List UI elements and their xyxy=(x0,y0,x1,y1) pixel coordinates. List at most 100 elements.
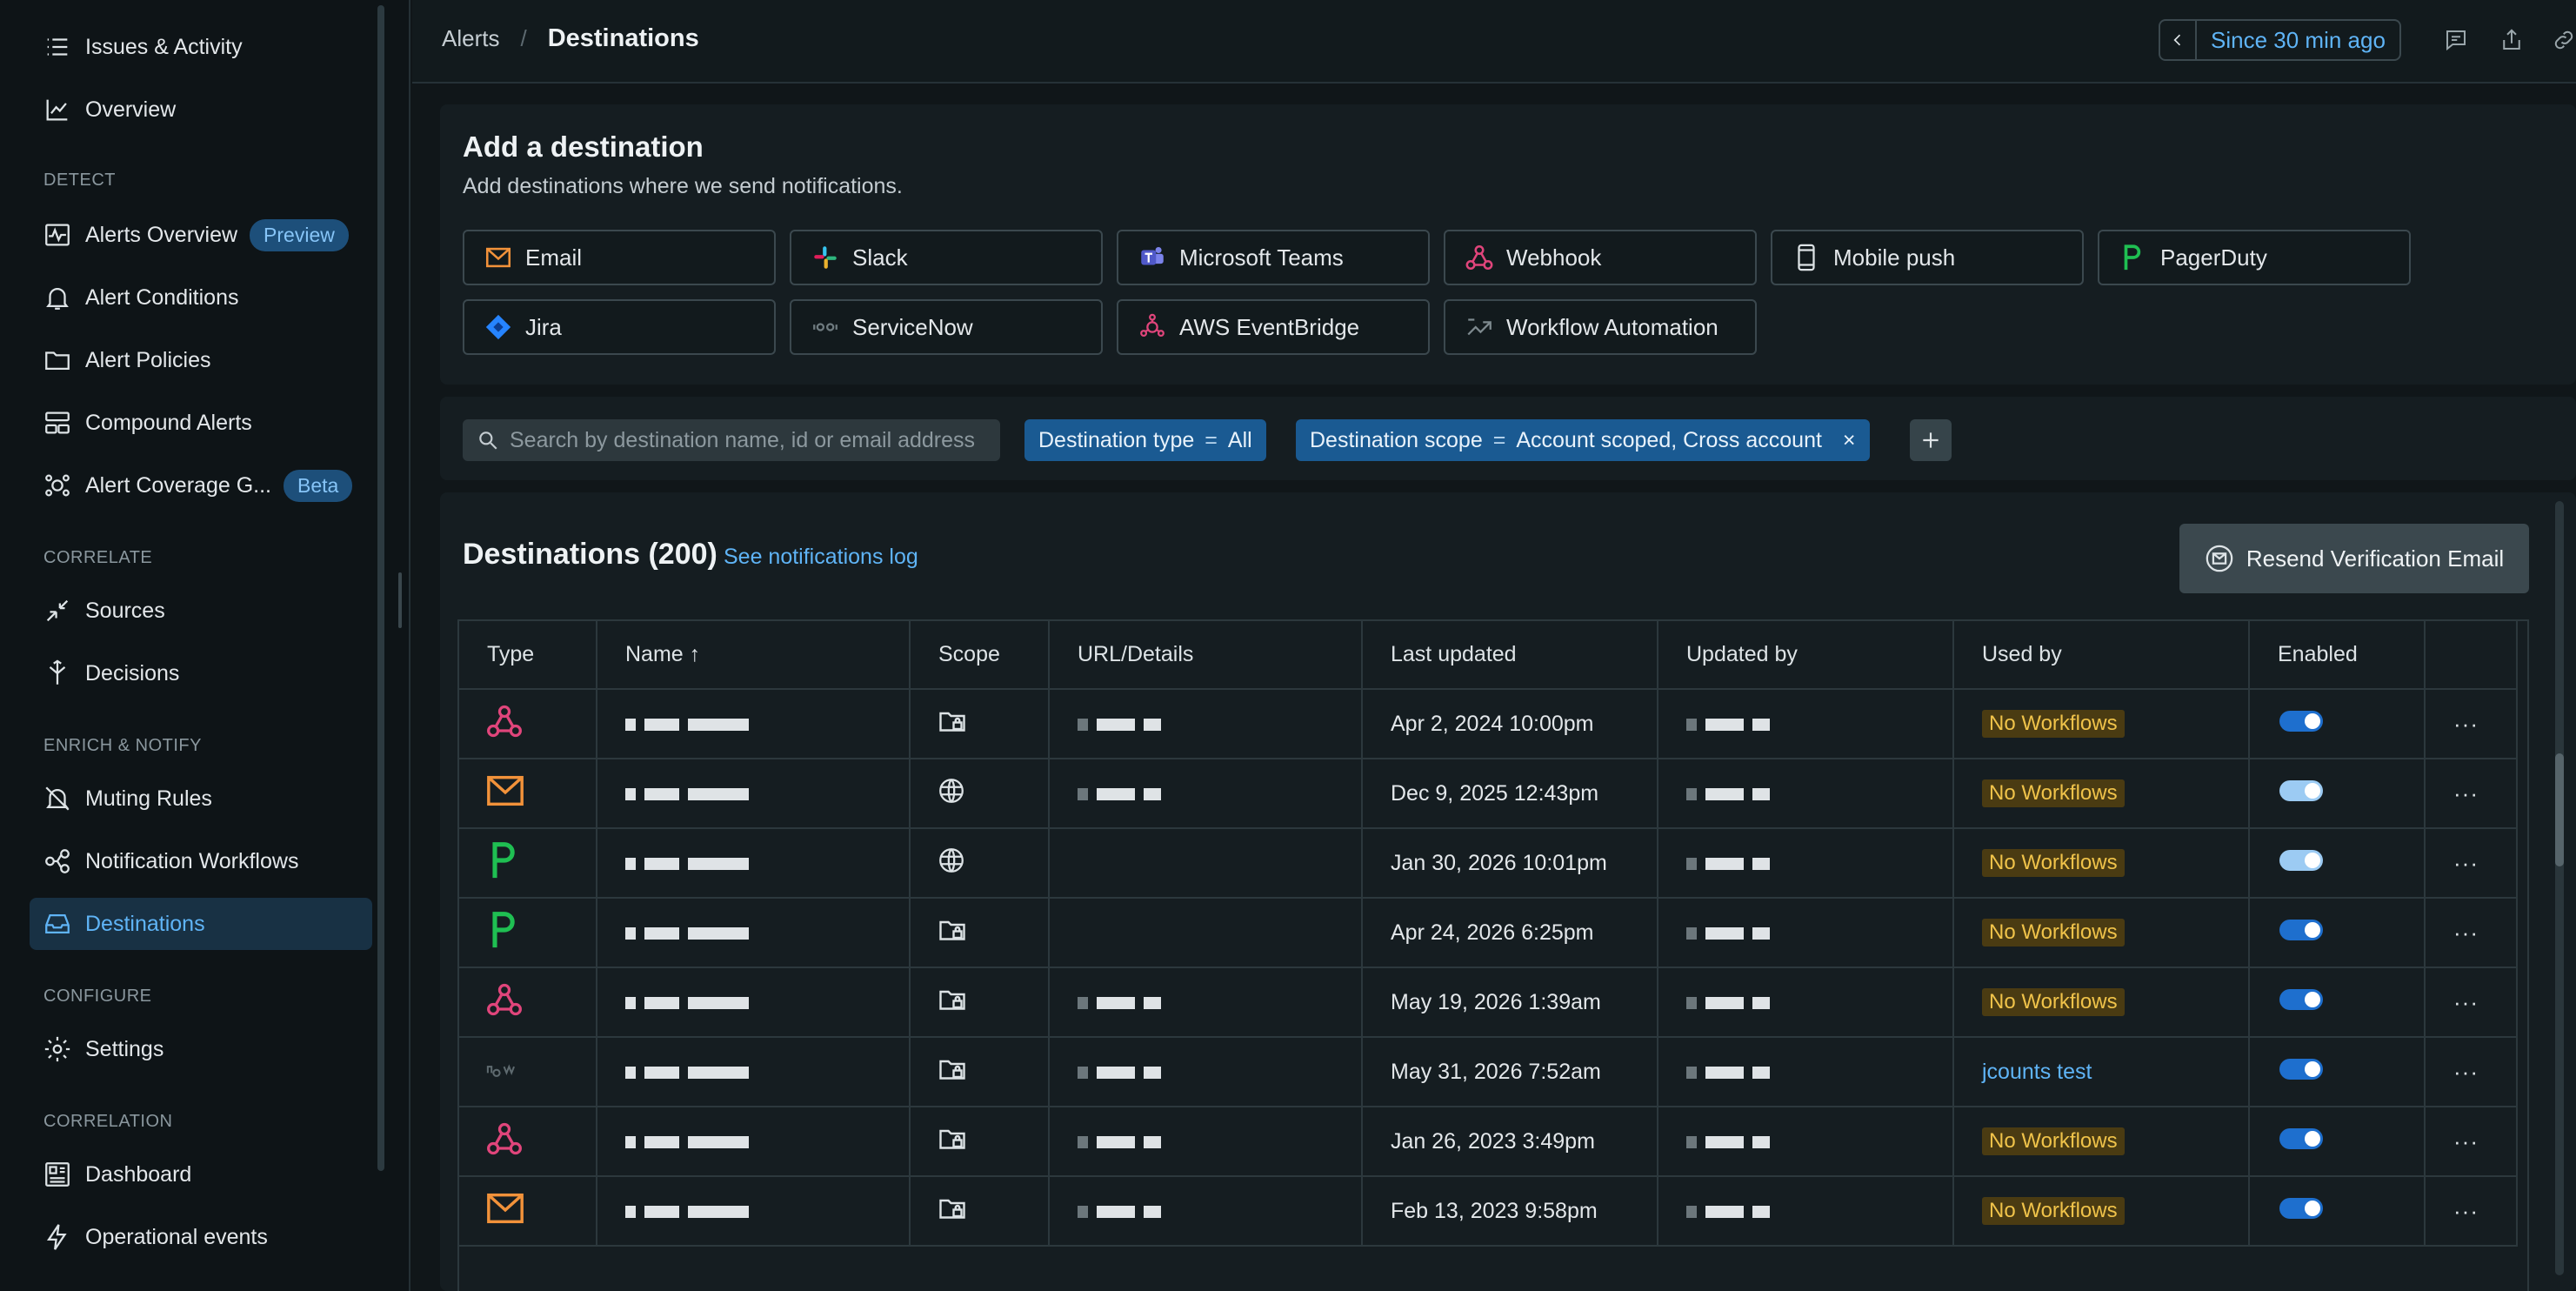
slack-icon xyxy=(814,246,837,269)
sidebar-scrollbar[interactable] xyxy=(377,5,384,1171)
add-email-button[interactable]: Email xyxy=(463,230,776,285)
sidebar-item-compound-alerts[interactable]: Compound Alerts xyxy=(30,397,372,449)
time-range-label[interactable]: Since 30 min ago xyxy=(2197,21,2399,59)
table-row[interactable]: May 31, 2026 7:52am jcounts test ··· xyxy=(459,1037,2518,1107)
resend-label: Resend Verification Email xyxy=(2246,545,2505,572)
row-menu-icon[interactable]: ··· xyxy=(2453,711,2479,737)
sidebar-item-decisions[interactable]: Decisions xyxy=(30,647,372,699)
comment-icon[interactable] xyxy=(2440,24,2472,56)
sidebar-item-alert-conditions[interactable]: Alert Conditions xyxy=(30,271,372,324)
row-menu-icon[interactable]: ··· xyxy=(2453,1198,2479,1224)
column-header-name[interactable]: Name ↑ xyxy=(597,621,911,690)
cell-name[interactable] xyxy=(597,828,911,899)
chevron-left-icon[interactable] xyxy=(2160,21,2197,59)
sidebar-resize-handle[interactable] xyxy=(398,572,402,628)
cell-name[interactable] xyxy=(597,967,911,1038)
row-menu-icon[interactable]: ··· xyxy=(2453,920,2479,946)
cell-name[interactable] xyxy=(597,1176,911,1247)
cell-url-details xyxy=(1049,898,1363,968)
inbox-icon xyxy=(30,909,85,939)
column-header-scope[interactable]: Scope xyxy=(910,621,1050,690)
enabled-toggle[interactable] xyxy=(2279,1058,2323,1080)
cell-name[interactable] xyxy=(597,898,911,968)
enabled-toggle[interactable] xyxy=(2279,710,2323,732)
link-icon[interactable] xyxy=(2548,24,2576,56)
sidebar-item-alert-coverage[interactable]: Alert Coverage G... Beta xyxy=(30,459,372,512)
table-row[interactable]: Apr 2, 2024 10:00pm No Workflows ··· xyxy=(459,689,2518,759)
sidebar-item-destinations[interactable]: Destinations xyxy=(30,898,372,950)
column-header-url-details[interactable]: URL/Details xyxy=(1049,621,1363,690)
table-scrollbar[interactable] xyxy=(2550,492,2571,1291)
table-row[interactable]: Feb 13, 2023 9:58pm No Workflows ··· xyxy=(459,1176,2518,1247)
cell-name[interactable] xyxy=(597,1107,911,1177)
sidebar-item-sources[interactable]: Sources xyxy=(30,585,372,637)
cell-name[interactable] xyxy=(597,1037,911,1107)
cell-actions: ··· xyxy=(2425,759,2518,829)
table-row[interactable]: Jan 30, 2026 10:01pm No Workflows ··· xyxy=(459,828,2518,899)
sidebar-item-overview[interactable]: Overview xyxy=(30,84,372,136)
see-notifications-log-link[interactable]: See notifications log xyxy=(724,545,918,570)
enabled-toggle[interactable] xyxy=(2279,919,2323,940)
scrollbar-thumb[interactable] xyxy=(2555,753,2564,866)
cell-actions: ··· xyxy=(2425,967,2518,1038)
enabled-toggle[interactable] xyxy=(2279,779,2323,801)
sidebar-item-settings[interactable]: Settings xyxy=(30,1023,372,1075)
sidebar-item-notification-workflows[interactable]: Notification Workflows xyxy=(30,835,372,887)
sidebar-item-operational-events[interactable]: Operational events xyxy=(30,1211,372,1263)
enabled-toggle[interactable] xyxy=(2279,988,2323,1010)
sidebar-item-label: Alert Coverage G... xyxy=(85,472,271,498)
column-header-updated-by[interactable]: Updated by xyxy=(1658,621,1954,690)
column-header-enabled[interactable]: Enabled xyxy=(2249,621,2426,690)
sidebar-item-alert-policies[interactable]: Alert Policies xyxy=(30,334,372,386)
sidebar-item-issues-activity[interactable]: Issues & Activity xyxy=(30,21,372,73)
sidebar-item-muting-rules[interactable]: Muting Rules xyxy=(30,773,372,825)
add-email-label: Email xyxy=(525,244,583,271)
enabled-toggle[interactable] xyxy=(2279,849,2323,871)
add-teams-button[interactable]: Microsoft Teams xyxy=(1117,230,1430,285)
row-menu-icon[interactable]: ··· xyxy=(2453,850,2479,876)
search-input[interactable] xyxy=(510,427,997,453)
filter-chip-destination-scope[interactable]: Destination scope = Account scoped, Cros… xyxy=(1296,419,1870,461)
sidebar-item-label: Destinations xyxy=(85,911,205,936)
used-by-link[interactable]: jcounts test xyxy=(1982,1060,2092,1084)
breadcrumb-alerts[interactable]: Alerts xyxy=(442,25,499,52)
enabled-toggle[interactable] xyxy=(2279,1197,2323,1219)
add-slack-button[interactable]: Slack xyxy=(790,230,1103,285)
time-range-picker[interactable]: Since 30 min ago xyxy=(2159,19,2401,61)
redacted-text xyxy=(625,1064,749,1081)
row-menu-icon[interactable]: ··· xyxy=(2453,989,2479,1015)
add-servicenow-button[interactable]: ServiceNow xyxy=(790,299,1103,355)
table-row[interactable]: Apr 24, 2026 6:25pm No Workflows ··· xyxy=(459,898,2518,968)
add-workflow-automation-button[interactable]: Workflow Automation xyxy=(1444,299,1757,355)
cell-url-details xyxy=(1049,1037,1363,1107)
column-header-type[interactable]: Type xyxy=(459,621,597,690)
pagerduty-icon xyxy=(492,911,515,947)
table-row[interactable]: May 19, 2026 1:39am No Workflows ··· xyxy=(459,967,2518,1038)
column-header-last-updated[interactable]: Last updated xyxy=(1362,621,1658,690)
add-webhook-button[interactable]: Webhook xyxy=(1444,230,1757,285)
add-pagerduty-button[interactable]: PagerDuty xyxy=(2098,230,2411,285)
cell-used-by: No Workflows xyxy=(1953,1176,2250,1247)
enabled-toggle[interactable] xyxy=(2279,1127,2323,1149)
share-icon[interactable] xyxy=(2496,24,2527,56)
add-filter-button[interactable] xyxy=(1910,419,1952,461)
compound-icon xyxy=(30,408,85,438)
sidebar-item-alerts-overview[interactable]: Alerts Overview Preview xyxy=(30,209,372,261)
table-row[interactable]: Jan 26, 2023 3:49pm No Workflows ··· xyxy=(459,1107,2518,1177)
sidebar-item-dashboard[interactable]: Dashboard xyxy=(30,1148,372,1201)
cell-name[interactable] xyxy=(597,759,911,829)
row-menu-icon[interactable]: ··· xyxy=(2453,1059,2479,1085)
cell-type xyxy=(459,689,597,759)
filter-chip-destination-type[interactable]: Destination type = All xyxy=(1024,419,1266,461)
row-menu-icon[interactable]: ··· xyxy=(2453,780,2479,806)
add-mobile-push-button[interactable]: Mobile push xyxy=(1771,230,2084,285)
column-header-used-by[interactable]: Used by xyxy=(1953,621,2250,690)
cell-name[interactable] xyxy=(597,689,911,759)
add-jira-button[interactable]: Jira xyxy=(463,299,776,355)
close-icon[interactable]: × xyxy=(1843,428,1856,453)
resend-verification-email-button[interactable]: Resend Verification Email xyxy=(2179,524,2529,593)
search-box[interactable] xyxy=(463,419,1000,461)
table-row[interactable]: Dec 9, 2025 12:43pm No Workflows ··· xyxy=(459,759,2518,829)
row-menu-icon[interactable]: ··· xyxy=(2453,1128,2479,1154)
add-eventbridge-button[interactable]: AWS EventBridge xyxy=(1117,299,1430,355)
